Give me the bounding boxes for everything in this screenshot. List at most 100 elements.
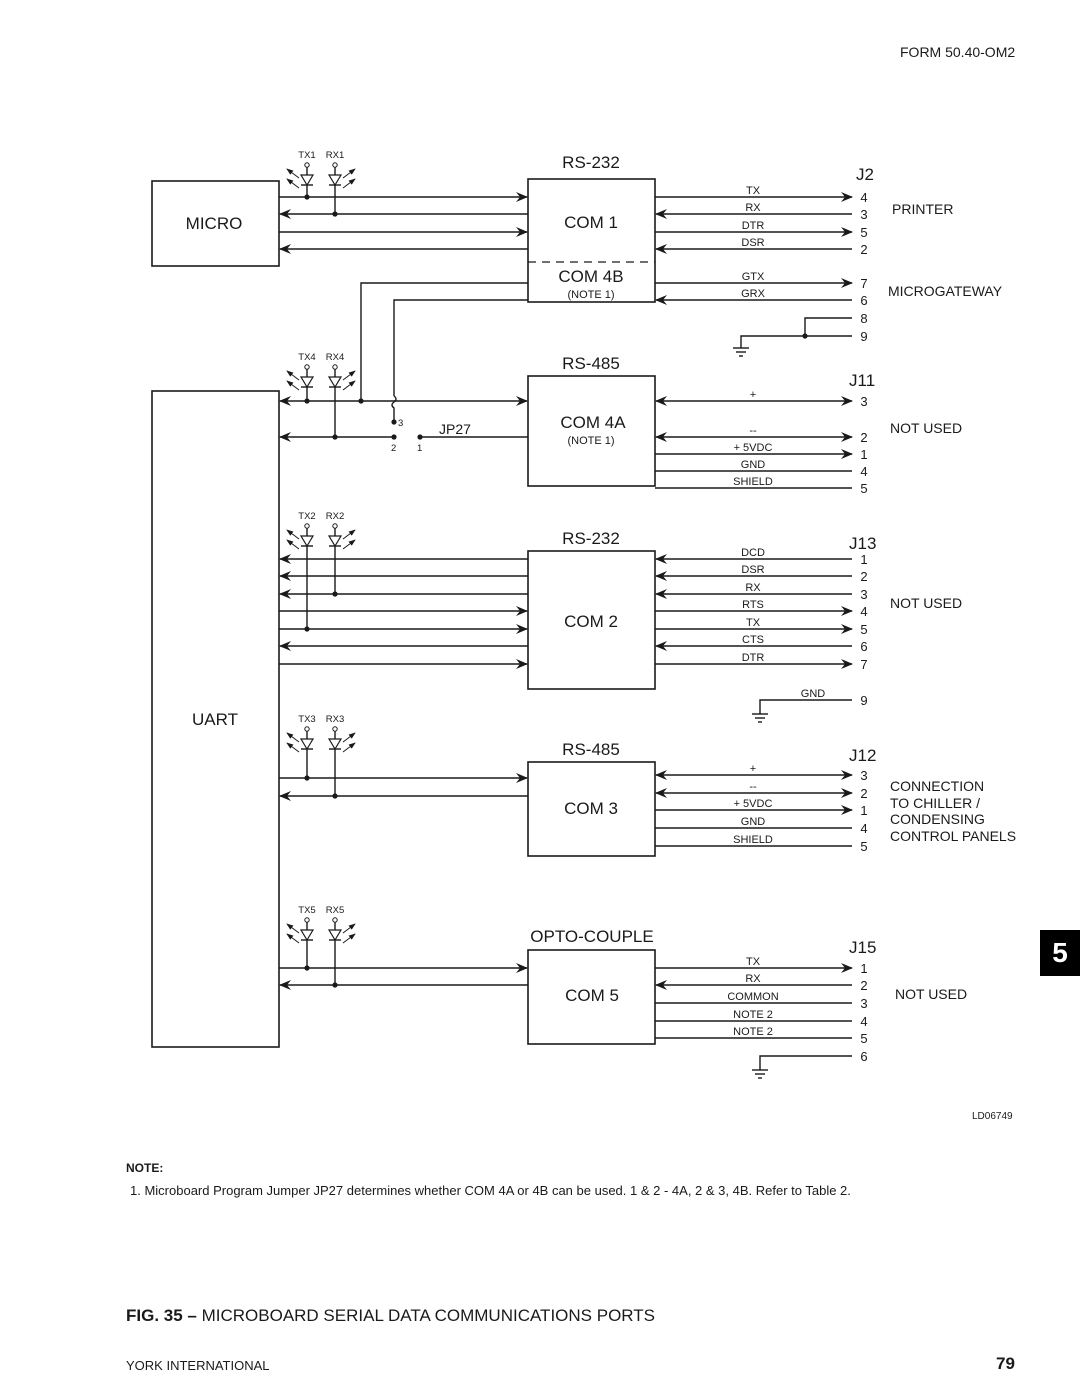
pin-number: 9 xyxy=(860,329,867,344)
pin-number: 6 xyxy=(860,293,867,308)
pin-number: 4 xyxy=(860,604,867,619)
tx-led-label: TX5 xyxy=(298,905,315,916)
connector-wiring: 4 TX 3 RX 5 DTR 2 DSR 7 GTX 6 GRX 8 9 3 +2 -- 1 + 5VDC 4 GND… xyxy=(655,185,868,1079)
rx-led-label: RX3 xyxy=(326,714,344,725)
pin-number: 1 xyxy=(860,447,867,462)
pin-number: 4 xyxy=(860,190,867,205)
led-group-2: TX4 RX4 xyxy=(286,352,356,440)
rx-led-terminal xyxy=(332,523,338,529)
com5-label: COM 5 xyxy=(565,986,619,1005)
pin-number: 3 xyxy=(860,394,867,409)
light-arrow-icon xyxy=(286,732,300,743)
com2-standard: RS-232 xyxy=(562,529,620,548)
light-arrow-icon xyxy=(342,933,356,944)
light-arrow-icon xyxy=(342,380,356,391)
light-arrow-icon xyxy=(286,539,300,550)
light-arrow-icon xyxy=(286,370,300,381)
notes-heading: NOTE: xyxy=(126,1161,164,1175)
jp27-pin-2: 2 xyxy=(391,443,396,454)
signal-label: TX xyxy=(746,617,761,629)
port-1-signals: 7 GTX 6 GRX 8 9 xyxy=(655,271,868,357)
dest-com3-line4: CONTROL PANELS xyxy=(890,828,1016,844)
jp27-jumper: 3 2 1 JP27 xyxy=(391,418,471,454)
light-arrow-icon xyxy=(286,742,300,753)
port-5-signals: 1 TX 2 RX 3 COMMON 4 NOTE 2 5 NOTE 2 6 xyxy=(655,956,868,1079)
light-arrow-icon xyxy=(286,933,300,944)
led-indicators: TX1 RX1 TX4 RX4 TX2 RX2 TX3 RX3 TX5 RX5 xyxy=(286,150,356,988)
tx-led-label: TX2 xyxy=(298,511,315,522)
connector-j11: J11 xyxy=(849,371,875,390)
signal-label: -- xyxy=(749,425,757,437)
signal-label: + 5VDC xyxy=(734,798,773,810)
tx-led-junction xyxy=(304,194,310,200)
pin-number: 5 xyxy=(860,1031,867,1046)
com5-standard: OPTO-COUPLE xyxy=(530,927,653,946)
signal-label: TX xyxy=(746,956,761,968)
rx-led-junction xyxy=(332,793,338,799)
rx-led-diode-icon xyxy=(327,738,343,751)
port-4-signals: 3 +2 -- 1 + 5VDC 4 GND 5 SHIELD xyxy=(655,763,868,854)
com4a-note: (NOTE 1) xyxy=(567,435,614,447)
dest-microgateway: MICROGATEWAY xyxy=(888,283,1003,299)
tx-led-terminal xyxy=(304,162,310,168)
signal-label: GND xyxy=(741,816,766,828)
signal-label: RTS xyxy=(742,599,764,611)
light-arrow-icon xyxy=(286,178,300,189)
tx-led-terminal xyxy=(304,726,310,732)
tx-led-diode-icon xyxy=(299,535,315,548)
pin-number: 9 xyxy=(860,693,867,708)
dest-printer: PRINTER xyxy=(892,201,953,217)
rx-led-junction xyxy=(332,982,338,988)
com3-label: COM 3 xyxy=(564,799,618,818)
pin-number: 4 xyxy=(860,1014,867,1029)
com2-label: COM 2 xyxy=(564,612,618,631)
tx-led-terminal xyxy=(304,917,310,923)
signal-label: -- xyxy=(749,781,757,793)
signal-label: + 5VDC xyxy=(734,442,773,454)
dest-com2: NOT USED xyxy=(890,595,962,611)
pin-number: 2 xyxy=(860,786,867,801)
signal-label: DTR xyxy=(742,220,765,232)
uart-label: UART xyxy=(192,710,238,729)
dest-com3-line1: CONNECTION xyxy=(890,778,984,794)
signal-label: GRX xyxy=(741,288,766,300)
rx-led-terminal xyxy=(332,162,338,168)
signal-label: COMMON xyxy=(727,991,778,1003)
drawing-id: LD06749 xyxy=(972,1111,1013,1122)
micro-label: MICRO xyxy=(186,214,243,233)
jp27-pin-3: 3 xyxy=(398,418,403,429)
com4a-label: COM 4A xyxy=(560,413,626,432)
tx-led-label: TX4 xyxy=(298,352,315,363)
signal-label: DTR xyxy=(742,652,765,664)
light-arrow-icon xyxy=(342,742,356,753)
jp27-pin-1: 1 xyxy=(417,443,422,454)
rx-led-label: RX2 xyxy=(326,511,344,522)
tx-led-junction xyxy=(304,775,310,781)
rx-led-junction xyxy=(332,434,338,440)
pin-number: 6 xyxy=(860,639,867,654)
tx-led-label: TX3 xyxy=(298,714,315,725)
signal-label: NOTE 2 xyxy=(733,1026,773,1038)
dest-com4a: NOT USED xyxy=(890,420,962,436)
led-group-3: TX2 RX2 xyxy=(286,511,356,632)
tx-led-terminal xyxy=(304,523,310,529)
signal-label: RX xyxy=(745,973,761,985)
uart-com3-wires xyxy=(279,773,528,801)
connector-j13: J13 xyxy=(849,534,876,553)
signal-label: + xyxy=(750,389,756,401)
connector-j2: J2 xyxy=(856,165,874,184)
note-1: 1. Microboard Program Jumper JP27 determ… xyxy=(130,1183,851,1198)
com4a-standard: RS-485 xyxy=(562,354,620,373)
led-group-1: TX1 RX1 xyxy=(286,150,356,217)
signal-label: SHIELD xyxy=(733,834,773,846)
tx-led-diode-icon xyxy=(299,174,315,187)
com1-label: COM 1 xyxy=(564,213,618,232)
junction xyxy=(802,333,808,339)
com4b-label: COM 4B xyxy=(558,267,623,286)
pin8-wire xyxy=(804,317,852,336)
pin-number: 7 xyxy=(860,657,867,672)
signal-label: SHIELD xyxy=(733,476,773,488)
light-arrow-icon xyxy=(286,529,300,540)
signal-label: RX xyxy=(745,202,761,214)
pin-number: 2 xyxy=(860,242,867,257)
